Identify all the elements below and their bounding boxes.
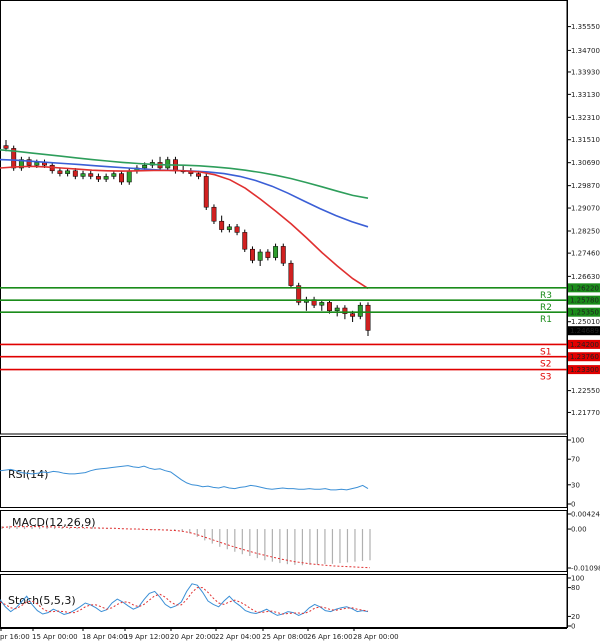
- stoch-tick-label: 80: [571, 584, 580, 592]
- candle-body: [103, 176, 109, 180]
- level-price-label: 1.25780: [570, 297, 599, 305]
- candle-body: [327, 302, 332, 312]
- candle-body: [288, 262, 294, 286]
- candle: [203, 173, 209, 210]
- time-label: pr 16:00: [0, 633, 30, 641]
- price-tick-label: 1.26630: [571, 273, 600, 281]
- current-price-label: 1.24689: [570, 327, 599, 335]
- candle-body: [142, 164, 148, 169]
- rsi-tick-label: 100: [571, 437, 584, 445]
- price-tick-label: 1.29070: [571, 205, 600, 213]
- candle-body: [57, 170, 63, 174]
- candle-body: [34, 162, 40, 166]
- stoch-tick-label: 100: [571, 575, 584, 583]
- level-price-label: 1.26220: [570, 284, 599, 292]
- time-label: 28 Apr 00:00: [353, 633, 399, 641]
- price-tick-label: 1.21770: [571, 409, 600, 417]
- level-label-s2: S2: [540, 360, 551, 370]
- time-label: 19 Apr 12:00: [124, 633, 170, 641]
- macd-tick-label: 0.00: [571, 526, 587, 534]
- price-tick-label: 1.28250: [571, 228, 600, 236]
- time-label: 18 Apr 04:00: [82, 633, 128, 641]
- macd-tick-label: 0.004243: [571, 511, 600, 519]
- candle-body: [95, 176, 101, 180]
- candle: [288, 260, 294, 289]
- time-label: 20 Apr 20:00: [170, 633, 216, 641]
- time-label: 26 Apr 16:00: [307, 633, 353, 641]
- candle: [280, 243, 286, 266]
- time-label: 25 Apr 08:00: [262, 633, 308, 641]
- candle-body: [219, 220, 225, 230]
- candle-body: [265, 251, 271, 258]
- level-price-label: 1.23300: [570, 366, 599, 374]
- candle-body: [226, 226, 232, 230]
- candle-body: [126, 170, 132, 183]
- level-price-label: 1.25350: [570, 309, 599, 317]
- candle-body: [203, 176, 209, 208]
- candle-body: [280, 246, 286, 264]
- level-price-label: 1.23760: [570, 353, 599, 361]
- candle-body: [334, 307, 340, 312]
- candle-body: [357, 304, 363, 317]
- price-tick-label: 1.33930: [571, 68, 600, 76]
- candle-body: [72, 170, 78, 177]
- price-tick-label: 1.30690: [571, 159, 600, 167]
- candle-body: [273, 246, 279, 258]
- candle-body: [242, 232, 248, 250]
- candle-body: [365, 304, 371, 331]
- price-tick-label: 1.34700: [571, 47, 600, 55]
- candle-body: [234, 226, 240, 233]
- rsi-tick-label: 30: [571, 481, 580, 489]
- level-label-s3: S3: [540, 373, 551, 383]
- candle-body: [165, 159, 171, 169]
- macd-tick-label: -0.010982: [571, 565, 600, 573]
- candle-body: [257, 251, 263, 261]
- candle-body: [88, 173, 94, 177]
- price-tick-label: 1.35550: [571, 23, 600, 31]
- stoch-tick-label: 20: [571, 613, 580, 621]
- price-tick-label: 1.33130: [571, 91, 600, 99]
- price-tick-label: 1.29870: [571, 182, 600, 190]
- candle: [211, 204, 217, 224]
- candle-body: [80, 173, 86, 177]
- candle-body: [3, 145, 9, 149]
- candle-body: [211, 206, 217, 222]
- candle-body: [196, 173, 202, 177]
- price-tick-label: 1.22550: [571, 387, 600, 395]
- price-tick-label: 1.25010: [571, 318, 600, 326]
- candle-body: [119, 173, 124, 183]
- candle-body: [350, 313, 356, 317]
- candle-body: [250, 248, 255, 261]
- rsi-tick-label: 70: [571, 456, 580, 464]
- price-tick-label: 1.27460: [571, 250, 600, 258]
- chart: R3R2R1S1S2S3 RSI(14)10070300 MACD(12,26,…: [0, 0, 600, 643]
- candle: [296, 282, 302, 306]
- level-label-s1: S1: [540, 347, 551, 357]
- level-label-r3: R3: [540, 291, 552, 301]
- candle-body: [319, 302, 325, 306]
- time-label: 22 Apr 04:00: [215, 633, 261, 641]
- stoch-tick-label: 0: [571, 623, 575, 631]
- candle-body: [111, 173, 117, 177]
- candle: [242, 229, 248, 252]
- rsi-tick-label: 0: [571, 501, 575, 509]
- level-label-r1: R1: [540, 315, 552, 325]
- price-tick-label: 1.32310: [571, 114, 600, 122]
- level-price-label: 1.24200: [570, 341, 599, 349]
- time-label: 15 Apr 00:00: [32, 633, 78, 641]
- price-tick-label: 1.31510: [571, 136, 600, 144]
- candle-body: [65, 170, 71, 174]
